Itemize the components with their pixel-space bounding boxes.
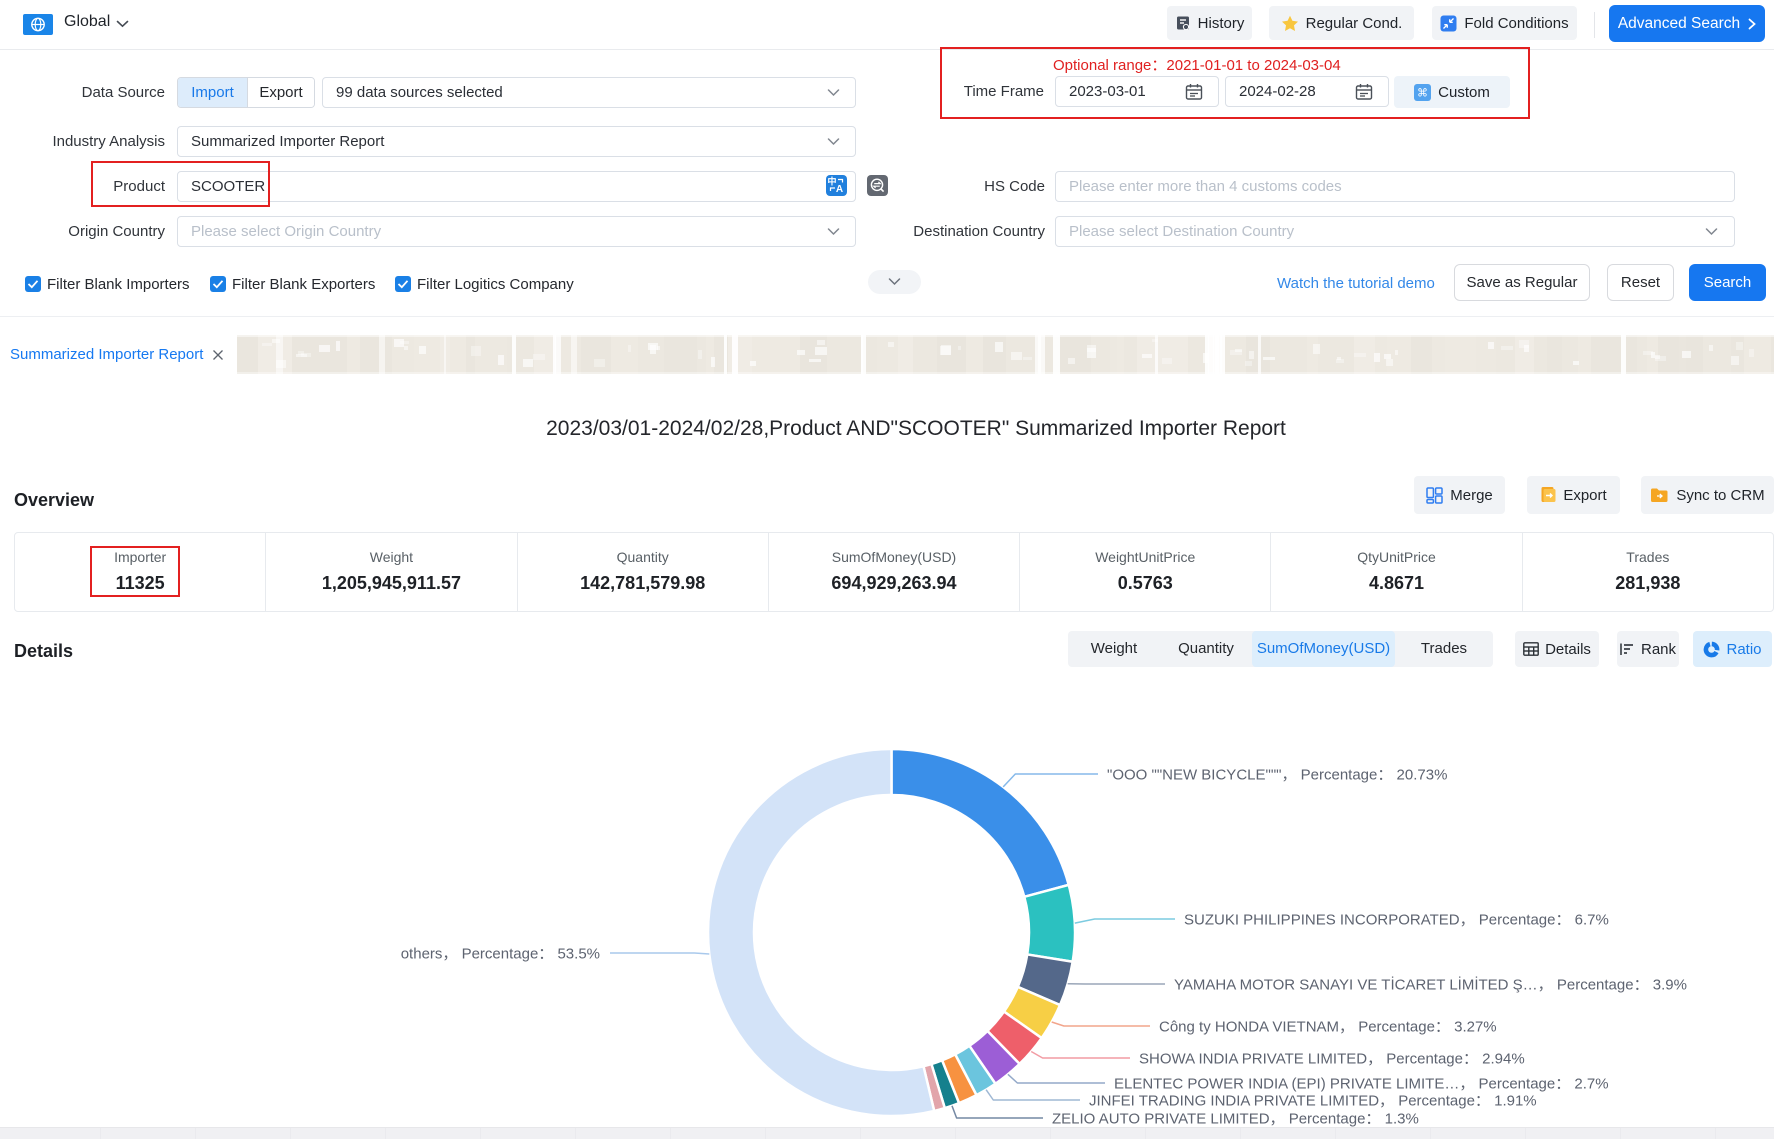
svg-text:JINFEI TRADING INDIA PRIVATE L: JINFEI TRADING INDIA PRIVATE LIMITED， Pe… xyxy=(1089,1093,1537,1110)
svg-text:others， Percentage： 53.5%: others， Percentage： 53.5% xyxy=(401,946,600,963)
svg-text:A: A xyxy=(836,184,843,195)
svg-text:ELENTEC POWER INDIA (EPI) PRIV: ELENTEC POWER INDIA (EPI) PRIVATE LIMITE… xyxy=(1114,1076,1609,1093)
svg-text:Công ty HONDA VIETNAM， Percen: Công ty HONDA VIETNAM， Percentage： 3.27% xyxy=(1159,1019,1497,1036)
svg-text:ZELIO AUTO PRIVATE LIMITED， P: ZELIO AUTO PRIVATE LIMITED， Percentage： … xyxy=(1052,1111,1419,1128)
svg-text:"OOO ""NEW BICYCLE"""， Percen: "OOO ""NEW BICYCLE"""， Percentage： 20.73… xyxy=(1107,767,1447,784)
svg-text:YAMAHA MOTOR SANAYI VE TİCARET: YAMAHA MOTOR SANAYI VE TİCARET LİMİTED Ş… xyxy=(1174,976,1687,994)
svg-text:SUZUKI PHILIPPINES INCORPORATE: SUZUKI PHILIPPINES INCORPORATED， Percent… xyxy=(1184,912,1609,929)
svg-text:SHOWA INDIA PRIVATE LIMITED，: SHOWA INDIA PRIVATE LIMITED， Percentage：… xyxy=(1139,1051,1525,1068)
